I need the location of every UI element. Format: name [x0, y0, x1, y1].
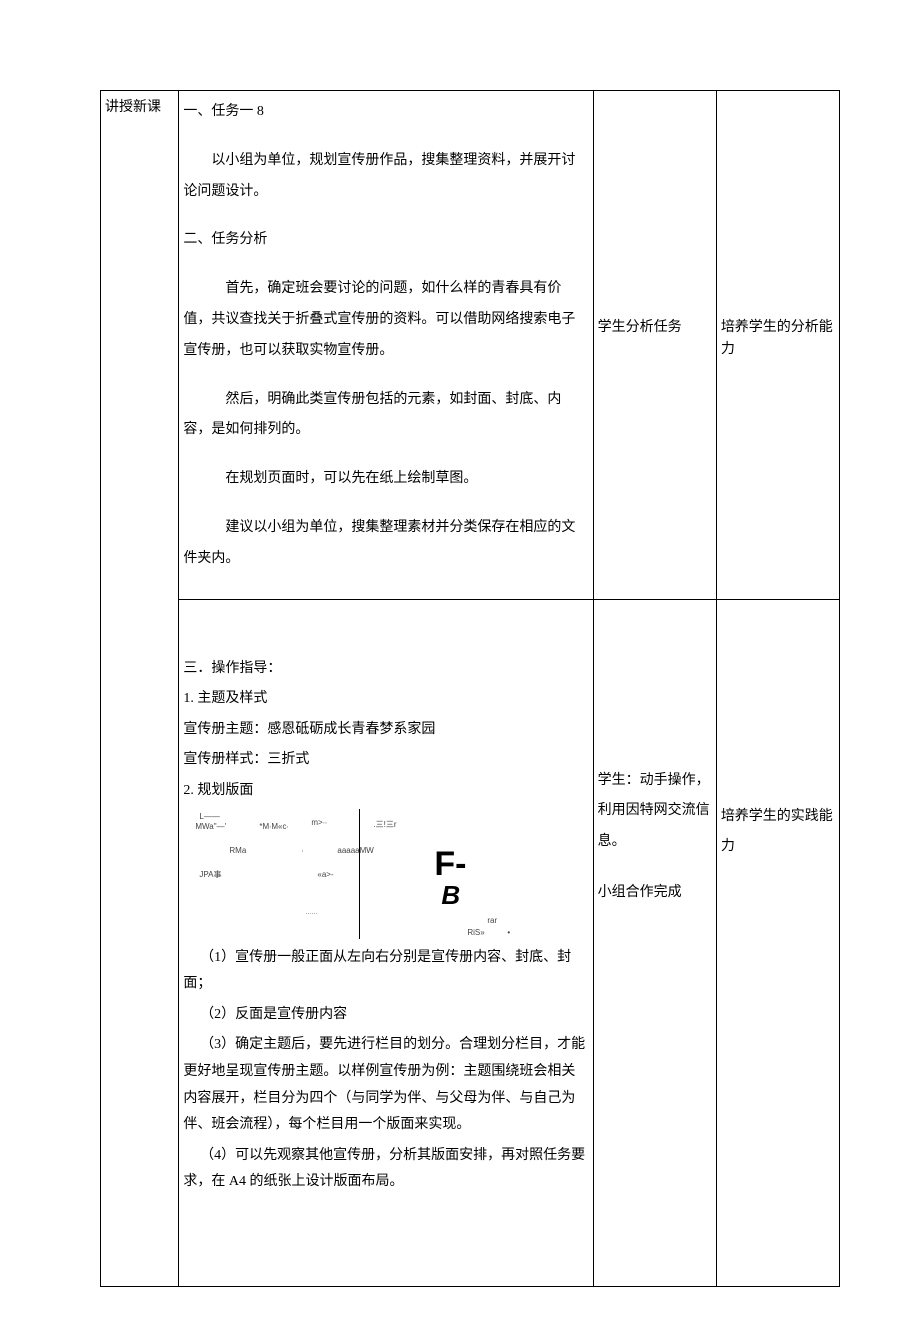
student-activity-2: 学生：动手操作，利用因特网交流信息。 [598, 766, 712, 858]
table-row: 讲授新课 一、任务一 8 以小组为单位，规划宣传册作品，搜集整理资料，并展开讨论… [101, 91, 840, 600]
diagram-text: MWa"—' [195, 821, 226, 834]
diagram-text: …… [305, 909, 317, 919]
task1-heading: 一、任务一 8 [183, 97, 588, 128]
diagram-text: RMa [229, 845, 246, 858]
phase-title: 讲授新课 [105, 97, 174, 119]
diagram-divider [359, 809, 360, 939]
analysis-p1: 首先，确定班会要讨论的问题，如什么样的青春具有价值，共议查找关于折叠式宣传册的资… [183, 274, 588, 366]
objective-1: 培养学生的分析能力 [721, 97, 835, 362]
diagram-text: m>∙∙ [311, 817, 327, 830]
objective-cell-1: 培养学生的分析能力 [716, 91, 839, 600]
lesson-plan-table: 讲授新课 一、任务一 8 以小组为单位，规划宣传册作品，搜集整理资料，并展开讨论… [100, 90, 840, 1287]
diagram-text: RiS» [467, 927, 484, 940]
student-activity-1: 学生分析任务 [598, 97, 712, 339]
note-4: （4）可以先观察其他宣传册，分析其版面安排，再对照任务要求，在 A4 的纸张上设… [183, 1143, 588, 1196]
brochure-style: 宣传册样式：三折式 [183, 747, 588, 774]
content-cell-2: 三．操作指导： 1. 主题及样式 宣传册主题：感恩砥砺成长青春梦系家园 宣传册样… [179, 599, 593, 1286]
layout-diagram: L—— MWa"—' *M∙M«c∙ m>∙∙ .三!三r RMa ∙ aaaa… [189, 809, 529, 939]
analysis-p2: 然后，明确此类宣传册包括的元素，如封面、封底、内容，是如何排列的。 [183, 385, 588, 447]
note-2: （2）反面是宣传册内容 [183, 1002, 588, 1029]
student-activity-cell-2: 学生：动手操作，利用因特网交流信息。 小组合作完成 [593, 599, 716, 1286]
diagram-text: aaaaaMW [337, 845, 373, 858]
diagram-text: «a>- [317, 869, 333, 882]
student-activity-3: 小组合作完成 [598, 882, 712, 904]
note-1: （1）宣传册一般正面从左向右分别是宣传册内容、封底、封面； [183, 945, 588, 998]
note-3: （3）确定主题后，要先进行栏目的划分。合理划分栏目，才能更好地呈现宣传册主题。以… [183, 1032, 588, 1138]
student-activity-cell-1: 学生分析任务 [593, 91, 716, 600]
guide-2: 2. 规划版面 [183, 778, 588, 805]
theme-value: 感恩砥砺成长青春梦系家园 [267, 722, 435, 737]
objective-cell-2: 培养学生的实践能力 [716, 599, 839, 1286]
style-label: 宣传册样式： [183, 752, 267, 767]
analysis-p3: 在规划页面时，可以先在纸上绘制草图。 [183, 464, 588, 495]
phase-cell: 讲授新课 [101, 91, 179, 1287]
diagram-big-b: B [441, 875, 460, 917]
diagram-text: .三!三r [373, 819, 396, 832]
analysis-p4: 建议以小组为单位，搜集整理素材并分类保存在相应的文件夹内。 [183, 513, 588, 575]
brochure-theme: 宣传册主题：感恩砥砺成长青春梦系家园 [183, 717, 588, 744]
theme-label: 宣传册主题： [183, 722, 267, 737]
diagram-text: ∙ [301, 845, 303, 858]
guide-heading: 三．操作指导： [183, 656, 588, 683]
guide-1: 1. 主题及样式 [183, 686, 588, 713]
diagram-text: JPA事 [199, 869, 221, 882]
objective-2: 培养学生的实践能力 [721, 802, 835, 864]
diagram-text: rar [487, 915, 497, 928]
style-value: 三折式 [267, 752, 309, 767]
diagram-text: *M∙M«c∙ [259, 821, 288, 834]
task1-desc: 以小组为单位，规划宣传册作品，搜集整理资料，并展开讨论问题设计。 [183, 146, 588, 208]
content-cell-1: 一、任务一 8 以小组为单位，规划宣传册作品，搜集整理资料，并展开讨论问题设计。… [179, 91, 593, 600]
table-row: 三．操作指导： 1. 主题及样式 宣传册主题：感恩砥砺成长青春梦系家园 宣传册样… [101, 599, 840, 1286]
diagram-text: • [507, 927, 510, 940]
task-analysis-heading: 二、任务分析 [183, 225, 588, 256]
